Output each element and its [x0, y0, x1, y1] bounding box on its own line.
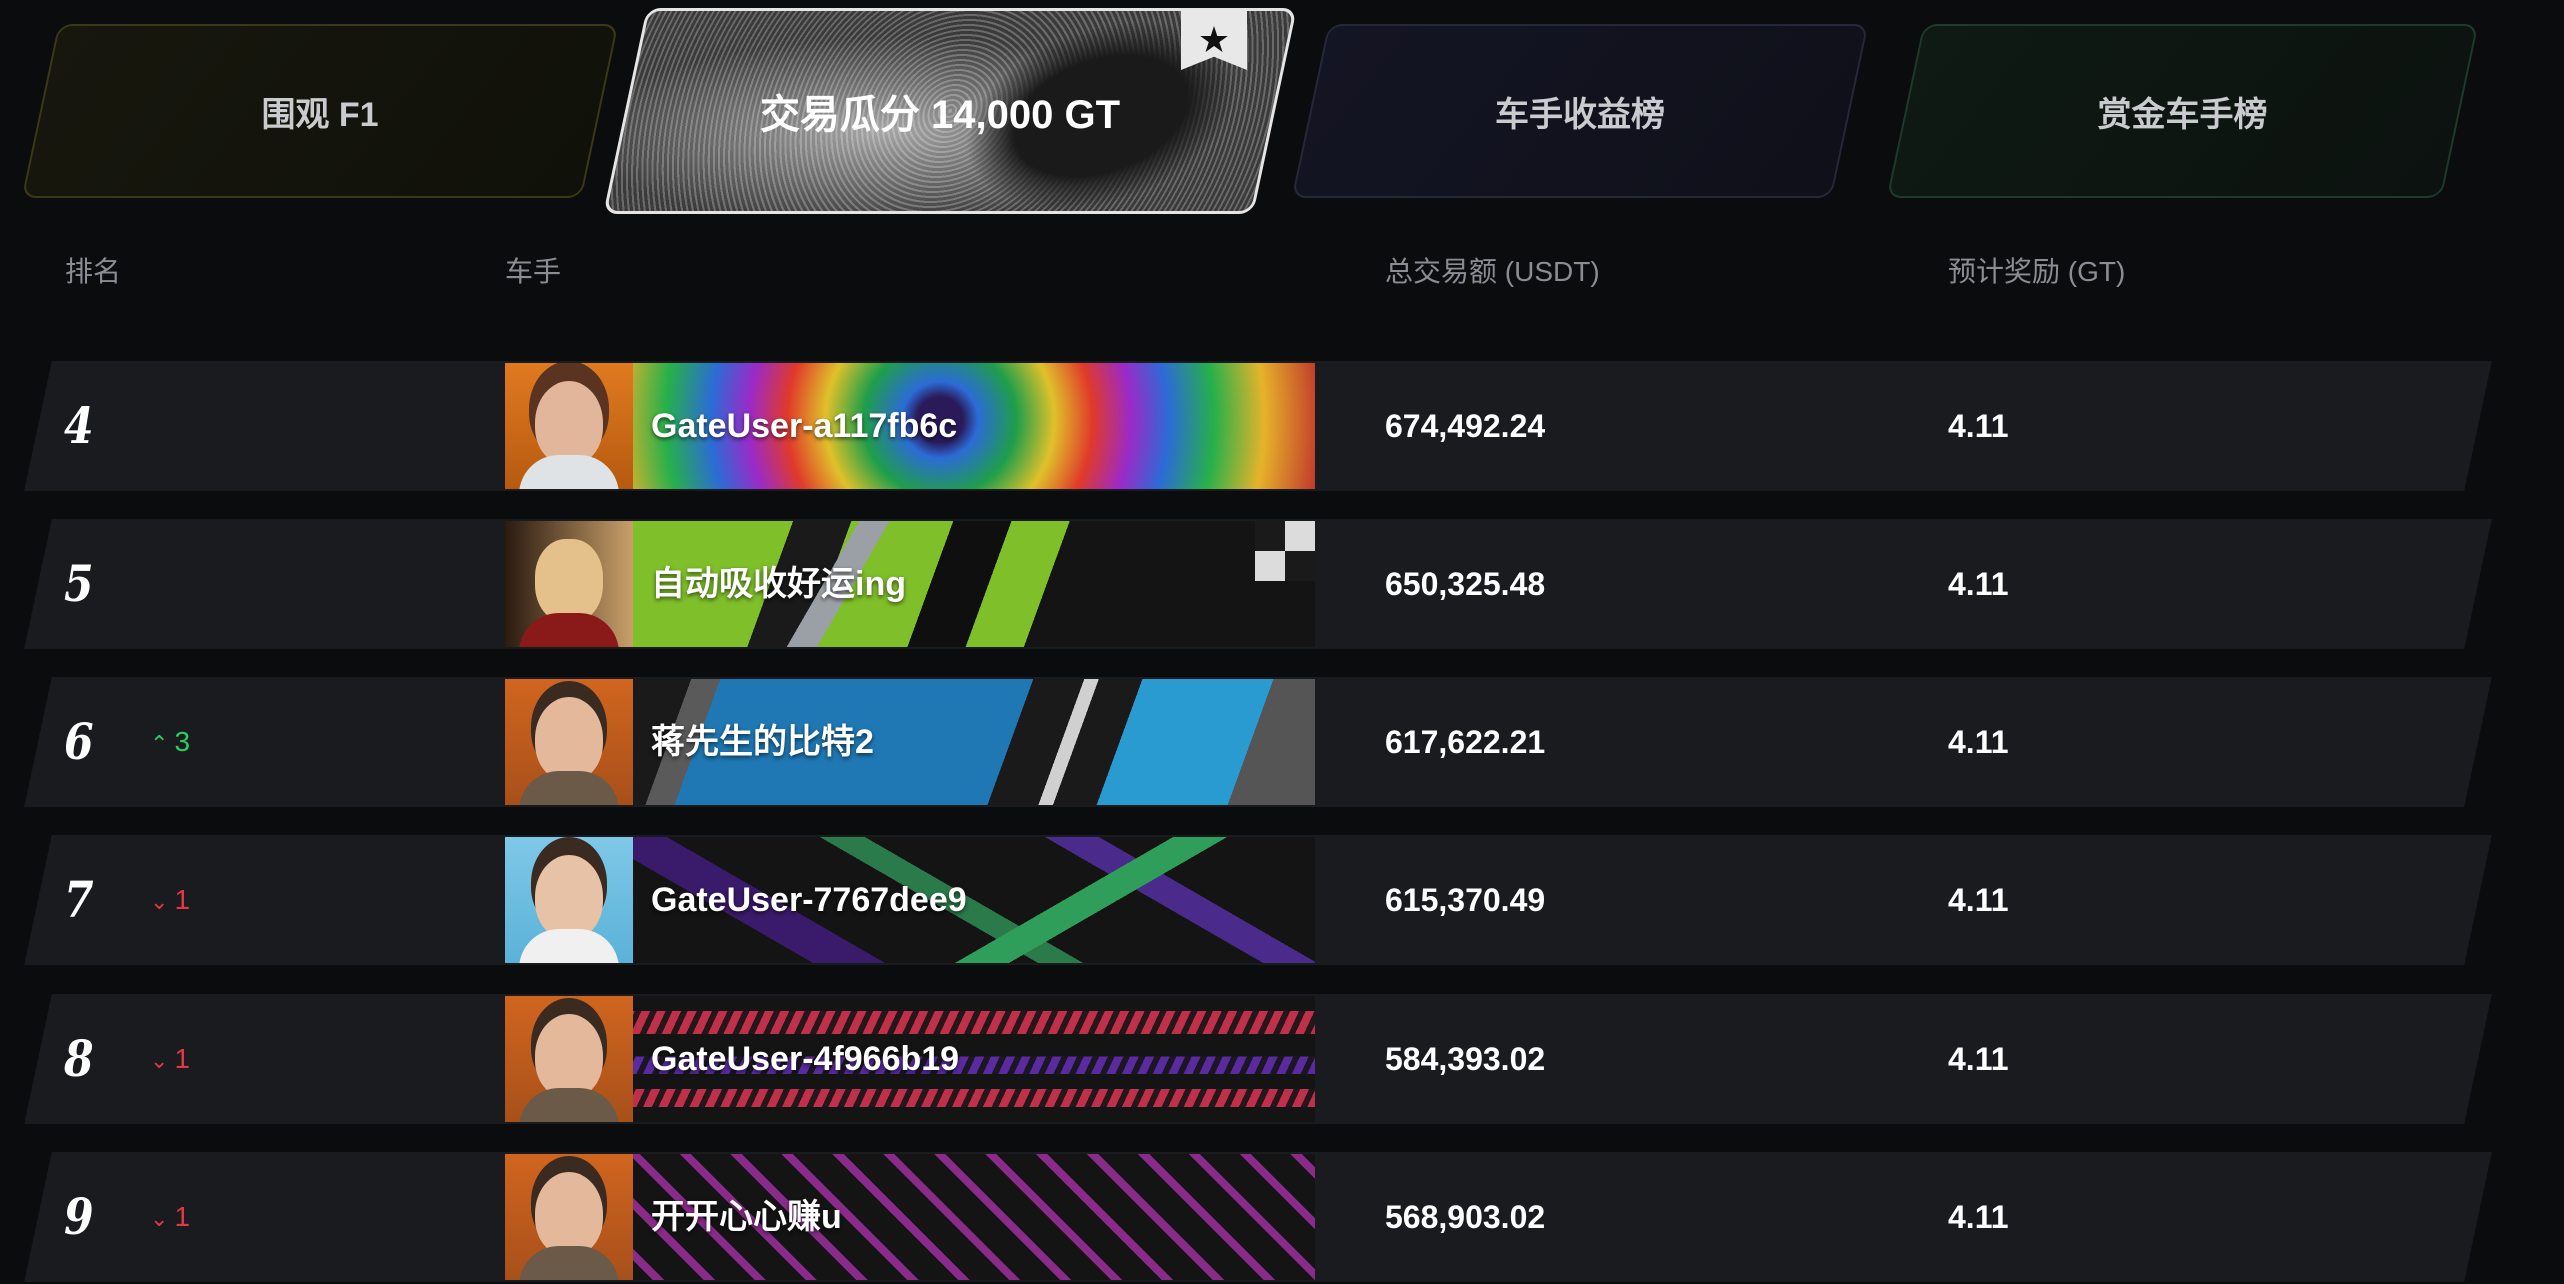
rank-change-down: ⌄ 1 [150, 994, 190, 1124]
table-row[interactable]: 6 ⌃ 3 蒋先生的比特2 617,622.21 4.11 [0, 677, 2564, 807]
total-volume-value: 615,370.49 [1385, 882, 1546, 918]
table-row[interactable]: 9 ⌄ 1 开开心心赚u 568,903.02 4.11 [0, 1152, 2564, 1282]
reward-value: 4.11 [1948, 882, 2009, 918]
driver-card[interactable]: 自动吸收好运ing [505, 521, 1315, 647]
rank-change-value: 1 [174, 884, 191, 915]
avatar-face [535, 539, 603, 623]
avatar-body [519, 613, 619, 647]
reward-value: 4.11 [1948, 1199, 2009, 1235]
tab-watch-f1[interactable]: 围观 F1 [21, 24, 619, 198]
tab-label: 赏金车手榜 [2097, 95, 2268, 134]
avatar [505, 521, 633, 647]
avatar [505, 1154, 633, 1280]
driver-name: 自动吸收好运ing [651, 565, 906, 603]
avatar-face [535, 381, 603, 465]
avatar-body [519, 929, 619, 963]
rank-change-value: 1 [174, 1043, 191, 1074]
column-header-driver: 车手 [505, 256, 562, 287]
avatar [505, 996, 633, 1122]
total-volume-value: 617,622.21 [1385, 724, 1546, 760]
reward-value: 4.11 [1948, 566, 2009, 602]
tab-driver-earnings[interactable]: 车手收益榜 [1291, 24, 1869, 198]
column-header-reward: 预计奖励 (GT) [1948, 256, 2126, 287]
column-header-rank: 排名 [65, 256, 122, 287]
chevron-down-icon: ⌄ [150, 889, 169, 914]
avatar-face [535, 1172, 603, 1256]
total-volume-value: 584,393.02 [1385, 1041, 1546, 1077]
driver-card[interactable]: 蒋先生的比特2 [505, 679, 1315, 805]
avatar [505, 363, 633, 489]
rank-number: 9 [64, 1187, 94, 1246]
rank-change-down: ⌄ 1 [150, 1152, 190, 1282]
table-row[interactable]: 8 ⌄ 1 GateUser-4f966b19 584,393.02 4.11 [0, 994, 2564, 1124]
avatar-body [519, 455, 619, 489]
rank-change-value: 1 [174, 1201, 191, 1232]
driver-card[interactable]: GateUser-4f966b19 [505, 996, 1315, 1122]
reward-value: 4.11 [1948, 724, 2009, 760]
avatar-body [519, 1088, 619, 1122]
tab-trade-split[interactable]: ★ 交易瓜分 14,000 GT [603, 8, 1297, 214]
column-header-total-volume: 总交易额 (USDT) [1385, 256, 1600, 287]
avatar-face [535, 1014, 603, 1098]
rank-number: 4 [64, 396, 94, 455]
total-volume-value: 674,492.24 [1385, 408, 1546, 444]
rank-change-value: 3 [174, 726, 191, 757]
rank-change-up: ⌃ 3 [150, 677, 190, 807]
tab-bounty-drivers[interactable]: 赏金车手榜 [1886, 24, 2479, 198]
rank-change-down: ⌄ 1 [150, 835, 190, 965]
driver-name: GateUser-7767dee9 [651, 881, 967, 919]
avatar [505, 679, 633, 805]
driver-card[interactable]: GateUser-7767dee9 [505, 837, 1315, 963]
driver-name: GateUser-4f966b19 [651, 1040, 960, 1078]
driver-name: 蒋先生的比特2 [651, 723, 874, 761]
driver-name: GateUser-a117fb6c [651, 407, 958, 445]
driver-card[interactable]: 开开心心赚u [505, 1154, 1315, 1280]
avatar-body [519, 1246, 619, 1280]
driver-name: 开开心心赚u [651, 1198, 842, 1236]
driver-card[interactable]: GateUser-a117fb6c [505, 363, 1315, 489]
chevron-down-icon: ⌄ [150, 1048, 169, 1073]
avatar-face [535, 855, 603, 939]
avatar-face [535, 697, 603, 781]
rank-number: 5 [64, 554, 94, 613]
avatar-body [519, 771, 619, 805]
total-volume-value: 568,903.02 [1385, 1199, 1546, 1235]
tab-label: 交易瓜分 14,000 GT [759, 93, 1121, 137]
reward-value: 4.11 [1948, 1041, 2009, 1077]
tab-label: 围观 F1 [261, 95, 379, 134]
rank-number: 8 [64, 1029, 94, 1088]
avatar [505, 837, 633, 963]
table-row[interactable]: 4 GateUser-a117fb6c 674,492.24 4.11 [0, 361, 2564, 491]
table-row[interactable]: 7 ⌄ 1 GateUser-7767dee9 615,370.49 4.11 [0, 835, 2564, 965]
total-volume-value: 650,325.48 [1385, 566, 1546, 602]
table-row[interactable]: 5 自动吸收好运ing 650,325.48 4.11 [0, 519, 2564, 649]
rank-number: 6 [64, 712, 94, 771]
reward-value: 4.11 [1948, 408, 2009, 444]
chevron-up-icon: ⌃ [150, 731, 169, 756]
tab-label: 车手收益榜 [1495, 95, 1665, 134]
chevron-down-icon: ⌄ [150, 1206, 169, 1231]
rank-number: 7 [64, 870, 94, 929]
